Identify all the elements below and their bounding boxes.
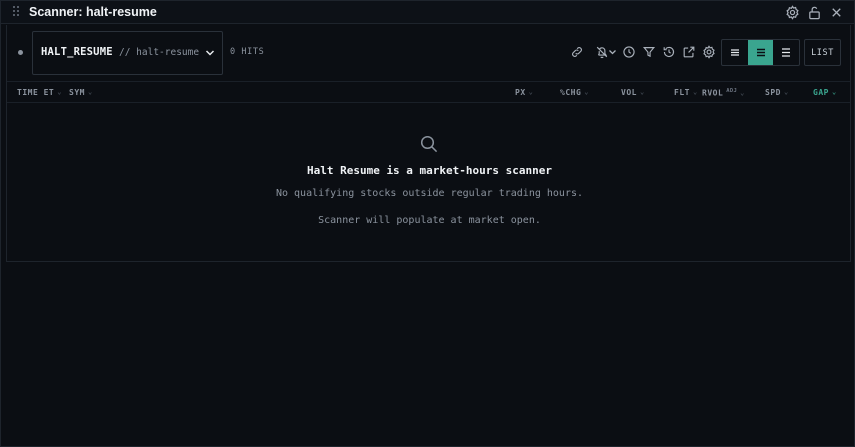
column-vol[interactable]: VOL ⌄ bbox=[621, 88, 645, 97]
scanner-panel: HALT_RESUME // halt-resume 0 HITS LIST T… bbox=[6, 25, 851, 262]
menu-icon bbox=[756, 48, 765, 57]
empty-state-hint: Scanner will populate at market open. bbox=[318, 215, 541, 226]
unlock-icon[interactable] bbox=[807, 5, 822, 20]
column-px[interactable]: PX ⌄ bbox=[515, 88, 533, 97]
column-time[interactable]: TIME ET ⌄ bbox=[17, 88, 62, 97]
scanner-window: Scanner: halt-resume HALT_RESUME // halt… bbox=[0, 0, 855, 447]
filter-icon[interactable] bbox=[642, 45, 656, 59]
scanner-selector[interactable]: HALT_RESUME // halt-resume bbox=[32, 31, 223, 75]
view-expanded-button[interactable] bbox=[773, 40, 799, 65]
column-gap[interactable]: GAP ⌄ bbox=[813, 88, 837, 97]
bell-off-icon[interactable] bbox=[595, 45, 609, 59]
column-rvol[interactable]: RVOL ADJ ⌄ bbox=[702, 88, 745, 98]
link-icon[interactable] bbox=[570, 45, 584, 59]
gear-icon[interactable] bbox=[785, 5, 800, 20]
hits-count: 0 HITS bbox=[230, 47, 265, 57]
view-compact-button[interactable] bbox=[722, 40, 748, 65]
column-spd[interactable]: SPD ⌄ bbox=[765, 88, 789, 97]
column-flt[interactable]: FLT ⌄ bbox=[674, 88, 698, 97]
external-link-icon[interactable] bbox=[682, 45, 696, 59]
history-icon[interactable] bbox=[662, 45, 676, 59]
clock-icon[interactable] bbox=[622, 45, 636, 59]
empty-state-title: Halt Resume is a market-hours scanner bbox=[306, 164, 553, 177]
drag-handle-icon[interactable] bbox=[13, 6, 21, 18]
title-bar[interactable]: Scanner: halt-resume bbox=[1, 1, 854, 24]
menu-icon bbox=[782, 48, 791, 57]
status-indicator bbox=[18, 50, 23, 55]
chevron-down-icon bbox=[205, 50, 215, 56]
scanner-toolbar: HALT_RESUME // halt-resume 0 HITS LIST bbox=[7, 25, 850, 82]
close-icon[interactable] bbox=[829, 5, 844, 20]
window-title: Scanner: halt-resume bbox=[29, 5, 157, 19]
menu-icon bbox=[730, 49, 739, 56]
chevron-down-icon[interactable] bbox=[608, 45, 617, 59]
column-pct-change[interactable]: %CHG ⌄ bbox=[560, 88, 589, 97]
view-density-toggle bbox=[721, 39, 800, 66]
search-icon bbox=[420, 135, 438, 153]
column-sym[interactable]: SYM ⌄ bbox=[69, 88, 93, 97]
view-comfortable-button[interactable] bbox=[747, 40, 774, 65]
empty-state-message: No qualifying stocks outside regular tra… bbox=[275, 188, 584, 199]
list-view-button[interactable]: LIST bbox=[804, 39, 841, 66]
scanner-slug: // halt-resume bbox=[119, 47, 200, 58]
column-header-row: TIME ET ⌄ SYM ⌄ PX ⌄ %CHG ⌄ VOL ⌄ FLT ⌄ RVOL AD… bbox=[7, 82, 850, 103]
gear-icon[interactable] bbox=[702, 45, 716, 59]
scanner-name: HALT_RESUME bbox=[41, 46, 113, 58]
